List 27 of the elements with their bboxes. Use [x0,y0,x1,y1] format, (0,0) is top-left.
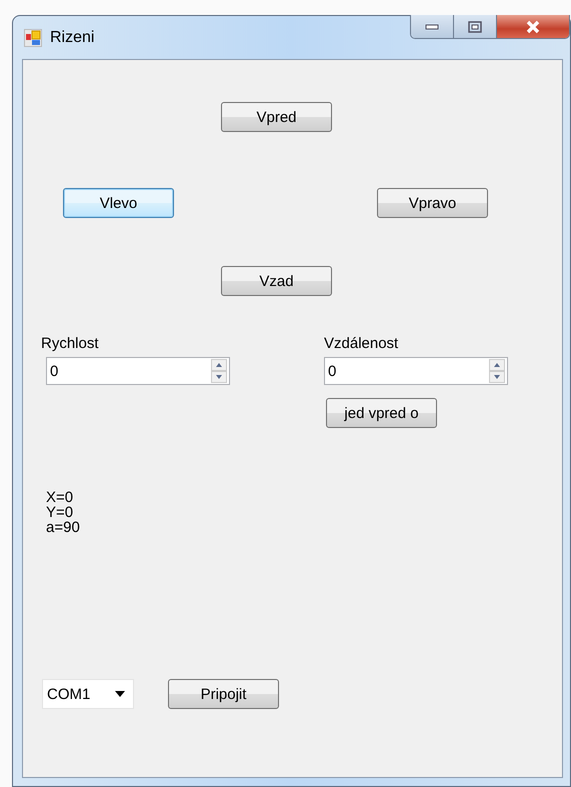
position-readout: Y=0 [46,505,74,520]
maximize-icon [468,20,482,32]
position-readout: X=0 [46,490,74,505]
distance-label: Vzdálenost [324,334,400,354]
minimize-icon [425,24,439,30]
window-title: Rizeni [50,28,94,46]
minimize-button[interactable] [411,15,454,38]
app-icon [24,28,42,46]
dropdown-arrow-icon [115,691,125,697]
close-icon [525,20,541,34]
spin-up-icon [211,359,227,371]
speed-spinbox[interactable]: 0 [46,357,230,385]
distance-spinbox[interactable]: 0 [324,357,508,385]
maximize-button[interactable] [454,15,497,38]
speed-label: Rychlost [41,334,100,354]
position-readout: a=90 [46,520,80,535]
port-dropdown[interactable]: COM1 [42,679,134,709]
spin-down-icon [489,371,505,383]
left-button[interactable]: Vlevo [63,188,174,218]
drive-forward-button[interactable]: jed vpred o [326,398,437,428]
close-button[interactable] [497,15,569,38]
forward-button[interactable]: Vpred [221,102,332,132]
connect-button[interactable]: Pripojit [168,679,279,709]
right-button[interactable]: Vpravo [377,188,488,218]
spin-down-icon [211,371,227,383]
backward-button[interactable]: Vzad [221,266,332,296]
spin-up-icon [489,359,505,371]
